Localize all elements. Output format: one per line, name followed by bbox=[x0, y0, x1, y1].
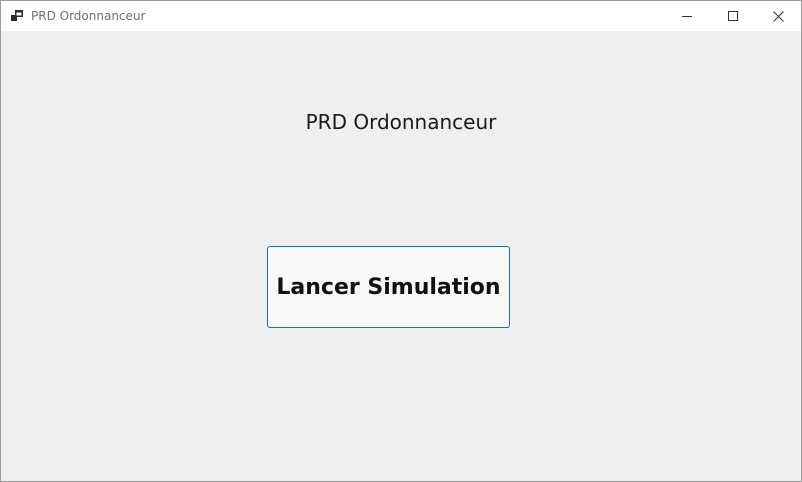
launch-simulation-label: Lancer Simulation bbox=[276, 274, 501, 300]
launch-simulation-button[interactable]: Lancer Simulation bbox=[267, 246, 510, 328]
title-bar[interactable]: PRD Ordonnanceur bbox=[1, 1, 801, 31]
maximize-button[interactable] bbox=[710, 1, 756, 31]
minimize-button[interactable] bbox=[664, 1, 710, 31]
page-title: PRD Ordonnanceur bbox=[305, 110, 497, 134]
minimize-icon bbox=[681, 11, 693, 22]
window-title: PRD Ordonnanceur bbox=[31, 9, 146, 23]
close-button[interactable] bbox=[755, 1, 801, 31]
app-window-icon bbox=[11, 10, 23, 21]
maximize-icon bbox=[727, 10, 739, 22]
app-window: PRD Ordonnanceur PRD Ordonnanceur Lancer… bbox=[0, 0, 802, 482]
close-icon bbox=[772, 10, 784, 22]
form-client-area: PRD Ordonnanceur Lancer Simulation bbox=[1, 31, 801, 481]
